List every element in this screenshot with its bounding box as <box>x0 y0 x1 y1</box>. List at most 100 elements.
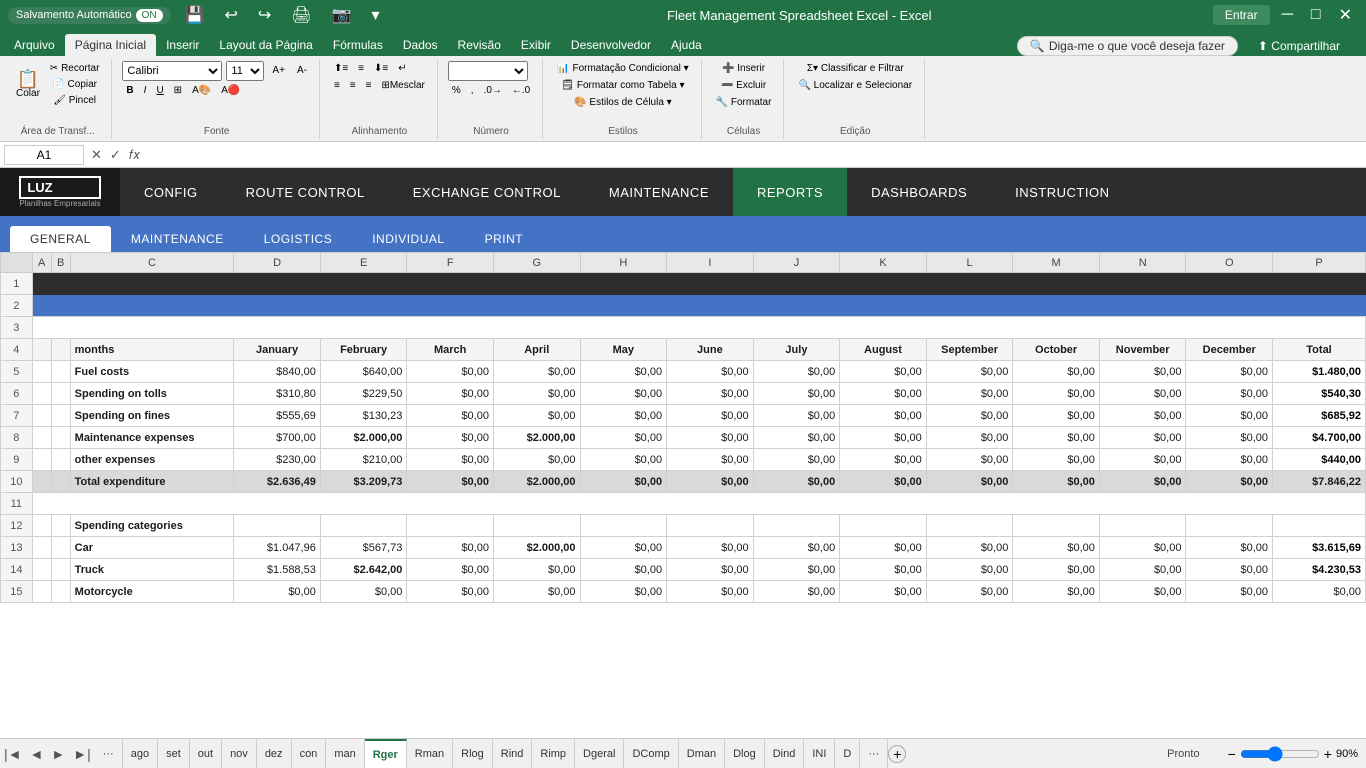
font-color-button[interactable]: A🔴 <box>217 83 244 98</box>
col-header-h[interactable]: H <box>580 253 667 273</box>
label-total-expenditure[interactable]: Total expenditure <box>70 471 234 493</box>
tab-revisao[interactable]: Revisão <box>448 34 511 56</box>
subtab-general[interactable]: GENERAL <box>10 226 111 252</box>
italic-button[interactable]: I <box>140 83 151 98</box>
align-right-button[interactable]: ≡ <box>362 78 376 93</box>
sort-filter-button[interactable]: 🔍 Localizar e Selecionar <box>794 78 916 93</box>
confirm-formula-button[interactable]: ✓ <box>107 147 124 163</box>
cell-total-grand[interactable]: $7.846,22 <box>1273 471 1366 493</box>
label-truck[interactable]: Truck <box>70 559 234 581</box>
sheet-nav-prev[interactable]: ◄ <box>26 746 48 762</box>
nav-instruction[interactable]: INSTRUCTION <box>991 168 1133 216</box>
tab-desenvolvedor[interactable]: Desenvolvedor <box>561 34 661 56</box>
sheet-tab-ago[interactable]: ago <box>123 739 158 768</box>
cancel-formula-button[interactable]: ✕ <box>88 147 105 163</box>
print-icon[interactable]: 🖨 <box>285 5 317 25</box>
merge-button[interactable]: ⊞Mesclar <box>377 78 428 93</box>
cell-maint-feb[interactable]: $2.000,00 <box>320 427 407 449</box>
autosum-button[interactable]: Σ▾ Classificar e Filtrar <box>794 61 916 76</box>
cell-fines-jan[interactable]: $555,69 <box>234 405 321 427</box>
cell-tolls-jan[interactable]: $310,80 <box>234 383 321 405</box>
sheet-tab-dez[interactable]: dez <box>257 739 292 768</box>
label-spending-categories[interactable]: Spending categories <box>70 515 234 537</box>
header-july[interactable]: July <box>753 339 840 361</box>
sheet-nav-last[interactable]: ►| <box>69 746 95 762</box>
cell-total-feb[interactable]: $3.209,73 <box>320 471 407 493</box>
sheet-tab-rlog[interactable]: Rlog <box>453 739 493 768</box>
percent-button[interactable]: % <box>448 83 465 98</box>
col-header-d[interactable]: D <box>234 253 321 273</box>
cell-total-apr[interactable]: $2.000,00 <box>493 471 580 493</box>
copy-button[interactable]: 📄 Copiar <box>46 77 104 92</box>
sheet-tab-dman[interactable]: Dman <box>679 739 725 768</box>
insert-cells-button[interactable]: ➕ Inserir <box>712 61 776 76</box>
header-april[interactable]: April <box>493 339 580 361</box>
label-other-expenses[interactable]: other expenses <box>70 449 234 471</box>
autosave-toggle[interactable]: Salvamento Automático ON <box>8 7 171 24</box>
comma-button[interactable]: , <box>467 83 478 98</box>
sheet-tab-nov[interactable]: nov <box>222 739 257 768</box>
add-sheet-button[interactable]: + <box>888 745 906 763</box>
cell-maint-total[interactable]: $4.700,00 <box>1273 427 1366 449</box>
maximize-button[interactable]: □ <box>1305 6 1327 24</box>
decrease-decimal-button[interactable]: ←.0 <box>508 83 534 98</box>
cell-fines-total[interactable]: $685,92 <box>1273 405 1366 427</box>
header-june[interactable]: June <box>667 339 754 361</box>
underline-button[interactable]: U <box>152 83 167 98</box>
sheet-tab-rimp[interactable]: Rimp <box>532 739 575 768</box>
col-header-o[interactable]: O <box>1186 253 1273 273</box>
tab-dados[interactable]: Dados <box>393 34 448 56</box>
header-march[interactable]: March <box>407 339 494 361</box>
header-november[interactable]: November <box>1099 339 1186 361</box>
minimize-button[interactable]: ─ <box>1276 6 1299 24</box>
sheet-tab-rman[interactable]: Rman <box>407 739 453 768</box>
cell-moto-jan[interactable]: $0,00 <box>234 581 321 603</box>
bold-button[interactable]: B <box>122 83 137 98</box>
font-size-select[interactable]: 11 <box>226 61 264 81</box>
sheet-tab-ellipsis1[interactable]: ··· <box>95 739 123 768</box>
cell-car-apr[interactable]: $2.000,00 <box>493 537 580 559</box>
sheet-tab-dgeral[interactable]: Dgeral <box>575 739 624 768</box>
format-painter-button[interactable]: 🖌 Pincel <box>46 93 104 108</box>
header-february[interactable]: February <box>320 339 407 361</box>
col-header-g[interactable]: G <box>493 253 580 273</box>
undo-icon[interactable]: ↩ <box>219 5 244 25</box>
search-box[interactable]: 🔍 Diga-me o que você deseja fazer <box>1017 36 1238 56</box>
align-bottom-button[interactable]: ⬇≡ <box>370 61 392 76</box>
label-motorcycle[interactable]: Motorcycle <box>70 581 234 603</box>
sheet-tab-rind[interactable]: Rind <box>493 739 533 768</box>
delete-cells-button[interactable]: ➖ Excluir <box>712 78 776 93</box>
cell-moto-feb[interactable]: $0,00 <box>320 581 407 603</box>
paste-button[interactable]: 📋 Colar <box>12 68 44 101</box>
cut-button[interactable]: ✂ Recortar <box>46 61 104 76</box>
tab-layout[interactable]: Layout da Página <box>209 34 322 56</box>
label-fuel-costs[interactable]: Fuel costs <box>70 361 234 383</box>
col-header-k[interactable]: K <box>840 253 927 273</box>
header-august[interactable]: August <box>840 339 927 361</box>
cell-tolls-total[interactable]: $540,30 <box>1273 383 1366 405</box>
cell-fuel-feb[interactable]: $640,00 <box>320 361 407 383</box>
align-top-button[interactable]: ⬆≡ <box>330 61 352 76</box>
cell-reference-input[interactable] <box>4 145 84 165</box>
format-table-button[interactable]: 🗒 Formatar como Tabela ▾ <box>553 78 692 93</box>
font-grow-button[interactable]: A+ <box>268 63 289 78</box>
cell-fuel-total[interactable]: $1.480,00 <box>1273 361 1366 383</box>
zoom-slider[interactable] <box>1240 746 1320 762</box>
redo-icon[interactable]: ↪ <box>252 5 277 25</box>
camera-icon[interactable]: 📷 <box>326 5 358 25</box>
zoom-out-button[interactable]: − <box>1228 746 1236 762</box>
col-header-m[interactable]: M <box>1013 253 1100 273</box>
header-january[interactable]: January <box>234 339 321 361</box>
label-car[interactable]: Car <box>70 537 234 559</box>
sheet-tab-ellipsis2[interactable]: ··· <box>860 739 888 768</box>
cell-fuel-jan[interactable]: $840,00 <box>234 361 321 383</box>
cell-maint-jan[interactable]: $700,00 <box>234 427 321 449</box>
cell-tolls-feb[interactable]: $229,50 <box>320 383 407 405</box>
nav-dashboards[interactable]: DASHBOARDS <box>847 168 991 216</box>
tab-exibir[interactable]: Exibir <box>511 34 561 56</box>
subtab-logistics[interactable]: LOGISTICS <box>244 226 353 252</box>
cell-styles-button[interactable]: 🎨 Estilos de Célula ▾ <box>553 95 692 110</box>
sheet-nav-first[interactable]: |◄ <box>0 746 26 762</box>
col-header-e[interactable]: E <box>320 253 407 273</box>
formula-input[interactable] <box>147 148 1362 162</box>
